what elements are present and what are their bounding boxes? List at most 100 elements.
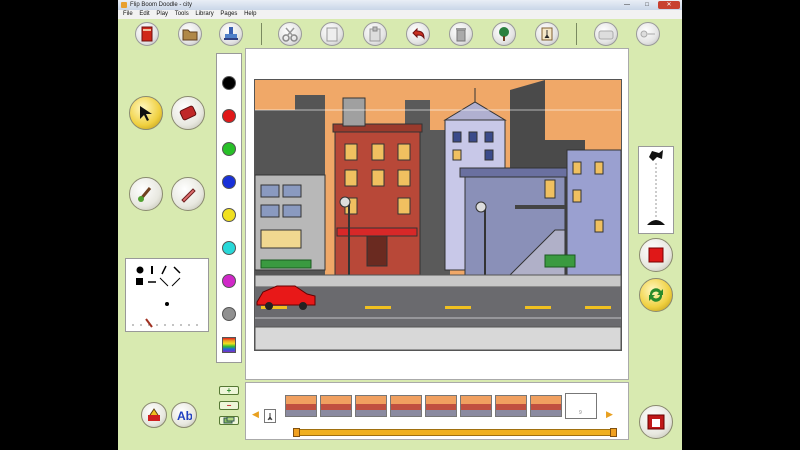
menu-bar: File Edit Play Tools Library Pages Help <box>118 10 682 19</box>
app-icon <box>121 2 127 8</box>
stamp-icon <box>224 27 238 40</box>
timeline-prev-button[interactable]: ◀ <box>252 409 259 420</box>
book-button[interactable] <box>135 22 159 46</box>
toolbar-divider <box>576 23 577 45</box>
menu-pages[interactable]: Pages <box>220 10 237 19</box>
pencil-icon <box>181 188 196 203</box>
menu-help[interactable]: Help <box>244 10 256 19</box>
top-toolbar <box>118 19 682 49</box>
tree-icon <box>499 27 509 41</box>
canvas-frame <box>245 48 629 380</box>
key-button[interactable] <box>636 22 660 46</box>
add-frame-button[interactable]: + <box>219 386 239 395</box>
frame-thumbnail[interactable] <box>355 395 387 417</box>
color-swatch-magenta[interactable] <box>222 274 236 288</box>
open-folder-button[interactable] <box>178 22 202 46</box>
menu-tools[interactable]: Tools <box>175 10 189 19</box>
frame-thumbnail[interactable] <box>425 395 457 417</box>
toolbar-divider <box>261 23 262 45</box>
pencil-tool-button[interactable] <box>171 177 205 211</box>
record-button[interactable] <box>639 238 673 272</box>
duplicate-frame-button[interactable] <box>219 416 239 425</box>
frame-thumbnail[interactable] <box>320 395 352 417</box>
playback-theater-button[interactable] <box>639 405 673 439</box>
theater-icon <box>647 414 665 430</box>
remove-frame-button[interactable]: − <box>219 401 239 410</box>
scroll-handle-right[interactable] <box>610 428 617 437</box>
copy-button[interactable] <box>320 22 344 46</box>
eraser-tool-button[interactable] <box>171 96 205 130</box>
maximize-button[interactable]: □ <box>638 1 656 9</box>
camera-button[interactable] <box>594 22 618 46</box>
record-icon <box>648 247 664 263</box>
color-swatch-blue[interactable] <box>222 175 236 189</box>
character-library-button[interactable] <box>535 22 559 46</box>
color-swatch-yellow[interactable] <box>222 208 236 222</box>
frame-thumbnail[interactable] <box>495 395 527 417</box>
window-title: Flip Boom Doodle - city <box>130 2 193 8</box>
paint-tool-button[interactable] <box>129 177 163 211</box>
frame-thumbnail[interactable] <box>390 395 422 417</box>
timeline-next-button[interactable]: ▶ <box>606 409 613 420</box>
frame-thumbnail[interactable] <box>530 395 562 417</box>
svg-text:Ab: Ab <box>177 409 192 423</box>
delete-button[interactable] <box>449 22 473 46</box>
color-swatch-cyan[interactable] <box>222 241 236 255</box>
brush-shape-grid[interactable] <box>126 259 208 331</box>
menu-play[interactable]: Play <box>156 10 168 19</box>
empty-frame-number: 9 <box>579 410 582 416</box>
rainbow-swatch[interactable] <box>222 337 236 353</box>
stamp-button[interactable] <box>219 22 243 46</box>
copy-icon <box>326 27 338 42</box>
menu-library[interactable]: Library <box>195 10 213 19</box>
drawing-canvas[interactable] <box>254 79 622 351</box>
select-tool-button[interactable] <box>129 96 163 130</box>
frame-thumbnail[interactable] <box>460 395 492 417</box>
stack-icon <box>223 416 235 424</box>
first-frame-marker[interactable] <box>264 409 276 423</box>
text-icon: Ab <box>177 409 192 423</box>
stamp-icon <box>148 408 160 421</box>
flip-boom-doodle-window: Flip Boom Doodle - city — □ ✕ File Edit … <box>118 0 682 450</box>
color-swatch-black[interactable] <box>222 76 236 90</box>
folder-icon <box>182 29 198 41</box>
scroll-handle-left[interactable] <box>293 428 300 437</box>
color-swatch-gray[interactable] <box>222 307 236 321</box>
onion-skin-slider-panel <box>638 146 674 234</box>
empty-frame[interactable]: 9 <box>565 393 597 419</box>
minimize-button[interactable]: — <box>618 1 636 9</box>
timeline-scrollbar[interactable] <box>293 428 617 437</box>
key-icon <box>640 30 655 38</box>
color-swatch-green[interactable] <box>222 142 236 156</box>
cut-button[interactable] <box>278 22 302 46</box>
camera-icon <box>598 30 614 40</box>
background-library-button[interactable] <box>492 22 516 46</box>
select-arrow-icon <box>140 106 152 121</box>
paintbrush-icon <box>138 187 152 202</box>
undo-icon <box>412 27 425 40</box>
paste-icon <box>369 26 381 42</box>
scissors-icon <box>282 27 298 42</box>
color-palette <box>216 53 242 363</box>
frame-timeline: ◀ 9 ▶ <box>245 382 629 440</box>
menu-edit[interactable]: Edit <box>139 10 149 19</box>
paste-button[interactable] <box>363 22 387 46</box>
trash-icon <box>456 28 466 42</box>
frame-thumbnail[interactable] <box>285 395 317 417</box>
undo-button[interactable] <box>406 22 430 46</box>
menu-file[interactable]: File <box>123 10 133 19</box>
title-bar: Flip Boom Doodle - city — □ ✕ <box>118 0 682 10</box>
character-icon <box>541 27 553 41</box>
eraser-icon <box>179 105 197 121</box>
book-icon <box>141 26 153 42</box>
stamp-character-button[interactable] <box>141 402 167 428</box>
city-street-drawing <box>255 80 621 350</box>
brush-size-panel <box>125 258 209 332</box>
loop-icon <box>649 288 663 302</box>
color-swatch-red[interactable] <box>222 109 236 123</box>
onion-skin-slider[interactable] <box>639 147 673 233</box>
loop-button[interactable] <box>639 278 673 312</box>
text-tool-button[interactable]: Ab <box>171 402 197 428</box>
character-icon <box>267 413 273 421</box>
close-button[interactable]: ✕ <box>658 1 680 9</box>
